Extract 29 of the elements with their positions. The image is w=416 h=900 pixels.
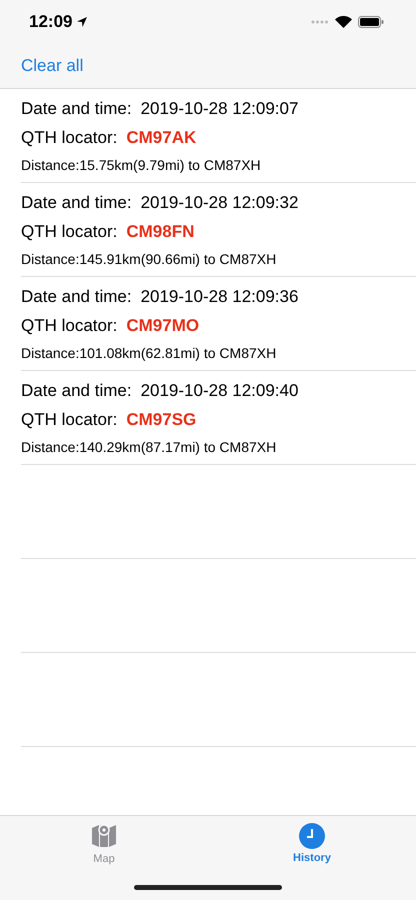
locator-label: QTH locator:	[21, 128, 118, 148]
wifi-icon	[335, 16, 352, 28]
date-label: Date and time:	[21, 380, 132, 400]
date-value: 2019-10-28 12:09:32	[140, 192, 298, 212]
location-arrow-icon	[76, 16, 88, 28]
clear-all-button[interactable]: Clear all	[21, 56, 84, 76]
date-label: Date and time:	[21, 286, 132, 306]
locator-value: CM97SG	[126, 410, 196, 430]
date-value: 2019-10-28 12:09:40	[140, 380, 298, 400]
locator-value: CM98FN	[126, 222, 194, 242]
status-time: 12:09	[29, 12, 88, 32]
date-value: 2019-10-28 12:09:36	[140, 286, 298, 306]
distance-text: Distance:140.29km(87.17mi) to CM87XH	[21, 438, 276, 454]
signal-icon	[311, 20, 329, 24]
locator-label: QTH locator:	[21, 410, 118, 430]
locator-value: CM97MO	[126, 316, 200, 336]
locator-label: QTH locator:	[21, 316, 118, 336]
distance-text: Distance:15.75km(9.79mi) to CM87XH	[21, 156, 261, 172]
locator-value: CM97AK	[126, 128, 196, 148]
distance-text: Distance:101.08km(62.81mi) to CM87XH	[21, 344, 276, 360]
date-label: Date and time:	[21, 192, 132, 212]
locator-label: QTH locator:	[21, 222, 118, 242]
clock-icon	[299, 822, 325, 848]
battery-icon	[358, 16, 384, 28]
distance-text: Distance:145.91km(90.66mi) to CM87XH	[21, 250, 276, 266]
tab[interactable]: History	[208, 816, 416, 866]
date-label: Date and time:	[21, 98, 132, 118]
tab[interactable]: Map	[0, 816, 208, 866]
date-value: 2019-10-28 12:09:07	[140, 98, 298, 118]
